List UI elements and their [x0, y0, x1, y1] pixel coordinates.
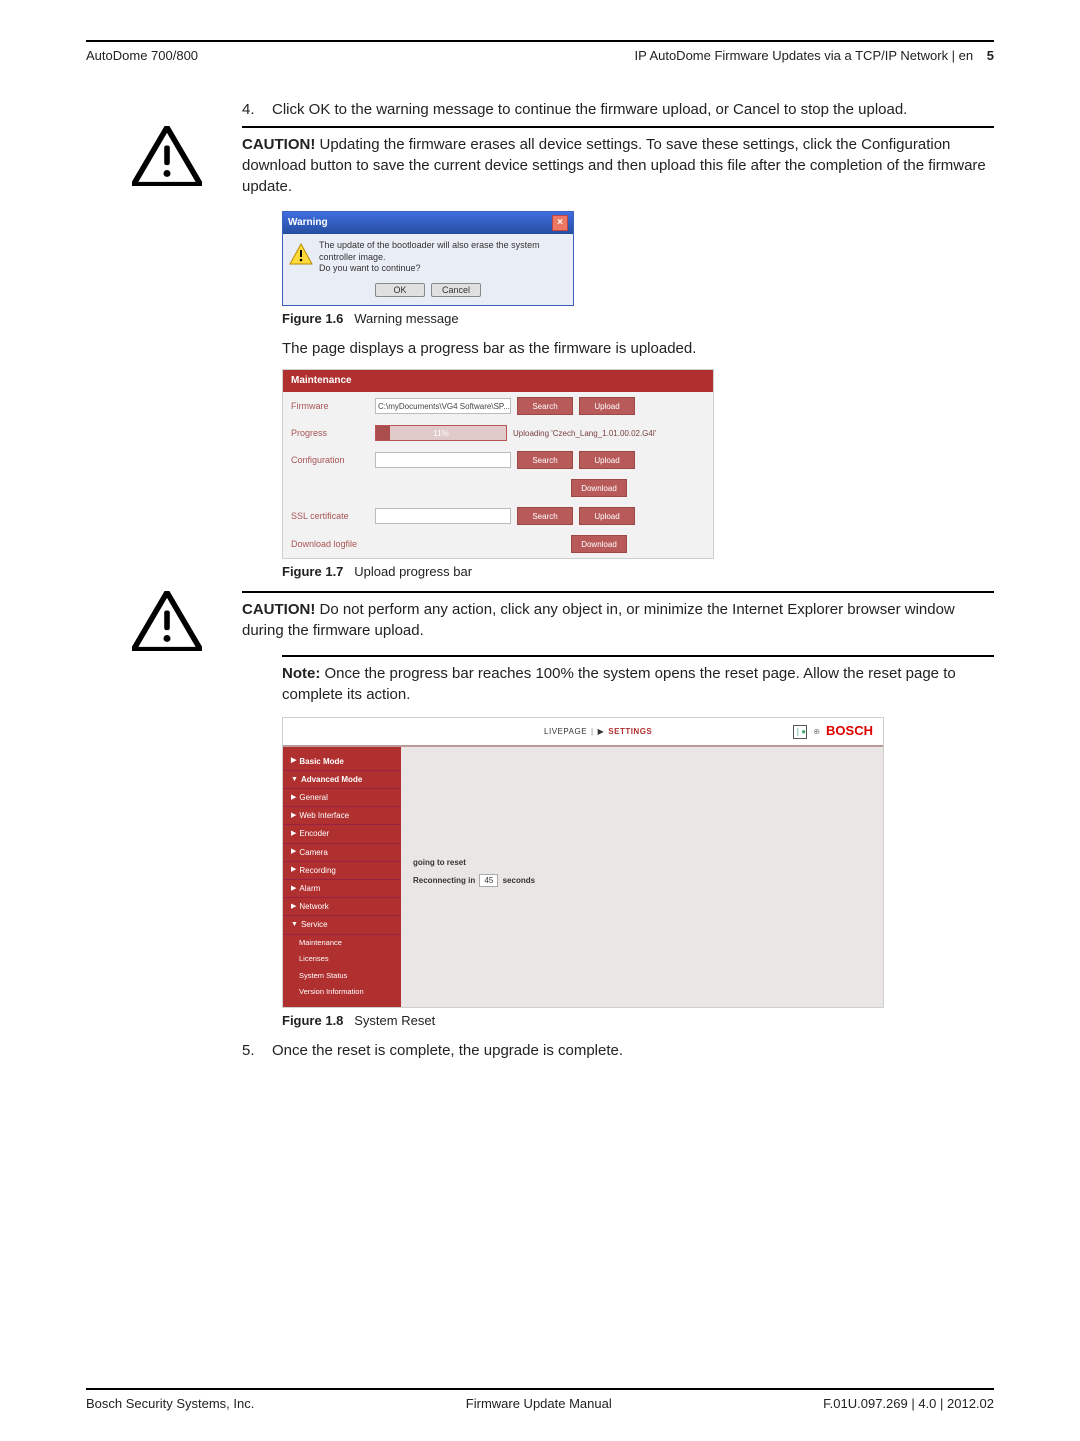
sidebar-basic-mode[interactable]: ▶Basic Mode	[283, 753, 401, 771]
logfile-download-button[interactable]: Download	[571, 535, 627, 553]
figure-1-7-maintenance-panel: Maintenance Firmware C:\myDocuments\VG4 …	[282, 369, 714, 559]
figure-1-6-caption: Figure 1.6 Warning message	[282, 310, 994, 328]
sidebar-camera[interactable]: ▶Camera	[283, 844, 401, 862]
configuration-upload-button[interactable]: Upload	[579, 451, 635, 469]
caution-1-text: CAUTION! Updating the firmware erases al…	[242, 126, 994, 197]
step-5: 5. Once the reset is complete, the upgra…	[242, 1040, 994, 1061]
warning-dialog-titlebar: Warning ×	[283, 212, 573, 234]
logfile-label: Download logfile	[291, 538, 369, 551]
sidebar-encoder[interactable]: ▶Encoder	[283, 825, 401, 843]
figure-1-8-caption: Figure 1.8 System Reset	[282, 1012, 994, 1030]
header-left: AutoDome 700/800	[86, 48, 198, 63]
firmware-label: Firmware	[291, 400, 369, 413]
sidebar-service[interactable]: ▼Service	[283, 916, 401, 934]
configuration-label: Configuration	[291, 454, 369, 467]
sidebar-recording[interactable]: ▶Recording	[283, 862, 401, 880]
step-5-number: 5.	[242, 1040, 272, 1061]
step-5-text: Once the reset is complete, the upgrade …	[272, 1040, 994, 1061]
header-right: IP AutoDome Firmware Updates via a TCP/I…	[635, 48, 995, 63]
reset-countdown: 45	[479, 874, 498, 887]
maintenance-title: Maintenance	[283, 370, 713, 392]
ssl-upload-button[interactable]: Upload	[579, 507, 635, 525]
upload-progress-bar: 11%	[375, 425, 507, 441]
step-4-number: 4.	[242, 99, 272, 120]
upload-progress-status: Uploading 'Czech_Lang_1.01.00.02.G4l'	[513, 428, 656, 439]
footer-center: Firmware Update Manual	[466, 1396, 612, 1411]
cancel-button[interactable]: Cancel	[431, 283, 481, 297]
warning-dialog-message: The update of the bootloader will also e…	[319, 240, 567, 275]
step-4: 4. Click OK to the warning message to co…	[242, 99, 994, 120]
bosch-logo: BOSCH	[826, 722, 873, 740]
close-icon[interactable]: ×	[552, 215, 568, 231]
page-footer: Bosch Security Systems, Inc. Firmware Up…	[86, 1388, 994, 1411]
footer-right: F.01U.097.269 | 4.0 | 2012.02	[823, 1396, 994, 1411]
reset-line-2: Reconnecting in 45 seconds	[413, 874, 871, 887]
progress-label: Progress	[291, 427, 369, 440]
configuration-search-button[interactable]: Search	[517, 451, 573, 469]
info-icon[interactable]: ❘●	[793, 725, 807, 739]
sidebar-general[interactable]: ▶General	[283, 789, 401, 807]
footer-left: Bosch Security Systems, Inc.	[86, 1396, 254, 1411]
figure-1-7-caption: Figure 1.7 Upload progress bar	[282, 563, 994, 581]
caution-icon	[132, 591, 202, 657]
sidebar-maintenance[interactable]: Maintenance	[283, 935, 401, 952]
caution-icon	[132, 126, 202, 192]
sidebar-web-interface[interactable]: ▶Web Interface	[283, 807, 401, 825]
sidebar-licenses[interactable]: Licenses	[283, 951, 401, 968]
firmware-upload-button[interactable]: Upload	[579, 397, 635, 415]
step-4-text: Click OK to the warning message to conti…	[272, 99, 994, 120]
ok-button[interactable]: OK	[375, 283, 425, 297]
sidebar-network[interactable]: ▶Network	[283, 898, 401, 916]
ssl-search-button[interactable]: Search	[517, 507, 573, 525]
tab-livepage[interactable]: LIVEPAGE	[544, 726, 587, 737]
warning-dialog-title: Warning	[288, 216, 328, 230]
note-text: Note: Once the progress bar reaches 100%…	[282, 655, 994, 705]
ssl-label: SSL certificate	[291, 510, 369, 523]
ssl-path-field[interactable]	[375, 508, 511, 524]
reset-tabs: LIVEPAGE | ▶ SETTINGS	[544, 726, 652, 737]
globe-icon: ⊕	[813, 726, 820, 737]
page-header: AutoDome 700/800 IP AutoDome Firmware Up…	[86, 40, 994, 63]
sidebar-alarm[interactable]: ▶Alarm	[283, 880, 401, 898]
figure-1-6-warning-dialog: Warning × The update of the bootloader w…	[282, 211, 574, 306]
firmware-path-field[interactable]: C:\myDocuments\VG4 Software\SP...	[375, 398, 511, 414]
reset-main-content: going to reset Reconnecting in 45 second…	[401, 747, 883, 1007]
configuration-download-button[interactable]: Download	[571, 479, 627, 497]
reset-line-1: going to reset	[413, 857, 871, 868]
caution-2-text: CAUTION! Do not perform any action, clic…	[242, 591, 994, 641]
configuration-path-field[interactable]	[375, 452, 511, 468]
warning-triangle-icon	[289, 242, 313, 266]
tab-settings[interactable]: SETTINGS	[608, 726, 652, 737]
page-number: 5	[987, 48, 994, 63]
sidebar-advanced-mode[interactable]: ▼Advanced Mode	[283, 771, 401, 789]
reset-sidebar: ▶Basic Mode ▼Advanced Mode ▶General ▶Web…	[283, 747, 401, 1007]
upload-progress-percent: 11%	[433, 428, 448, 439]
figure-1-8-reset-panel: LIVEPAGE | ▶ SETTINGS ❘● ⊕ BOSCH ▶Basic …	[282, 717, 884, 1007]
sidebar-version-info[interactable]: Version Information	[283, 984, 401, 1001]
after-fig16-text: The page displays a progress bar as the …	[282, 338, 994, 359]
firmware-search-button[interactable]: Search	[517, 397, 573, 415]
sidebar-system-status[interactable]: System Status	[283, 968, 401, 985]
